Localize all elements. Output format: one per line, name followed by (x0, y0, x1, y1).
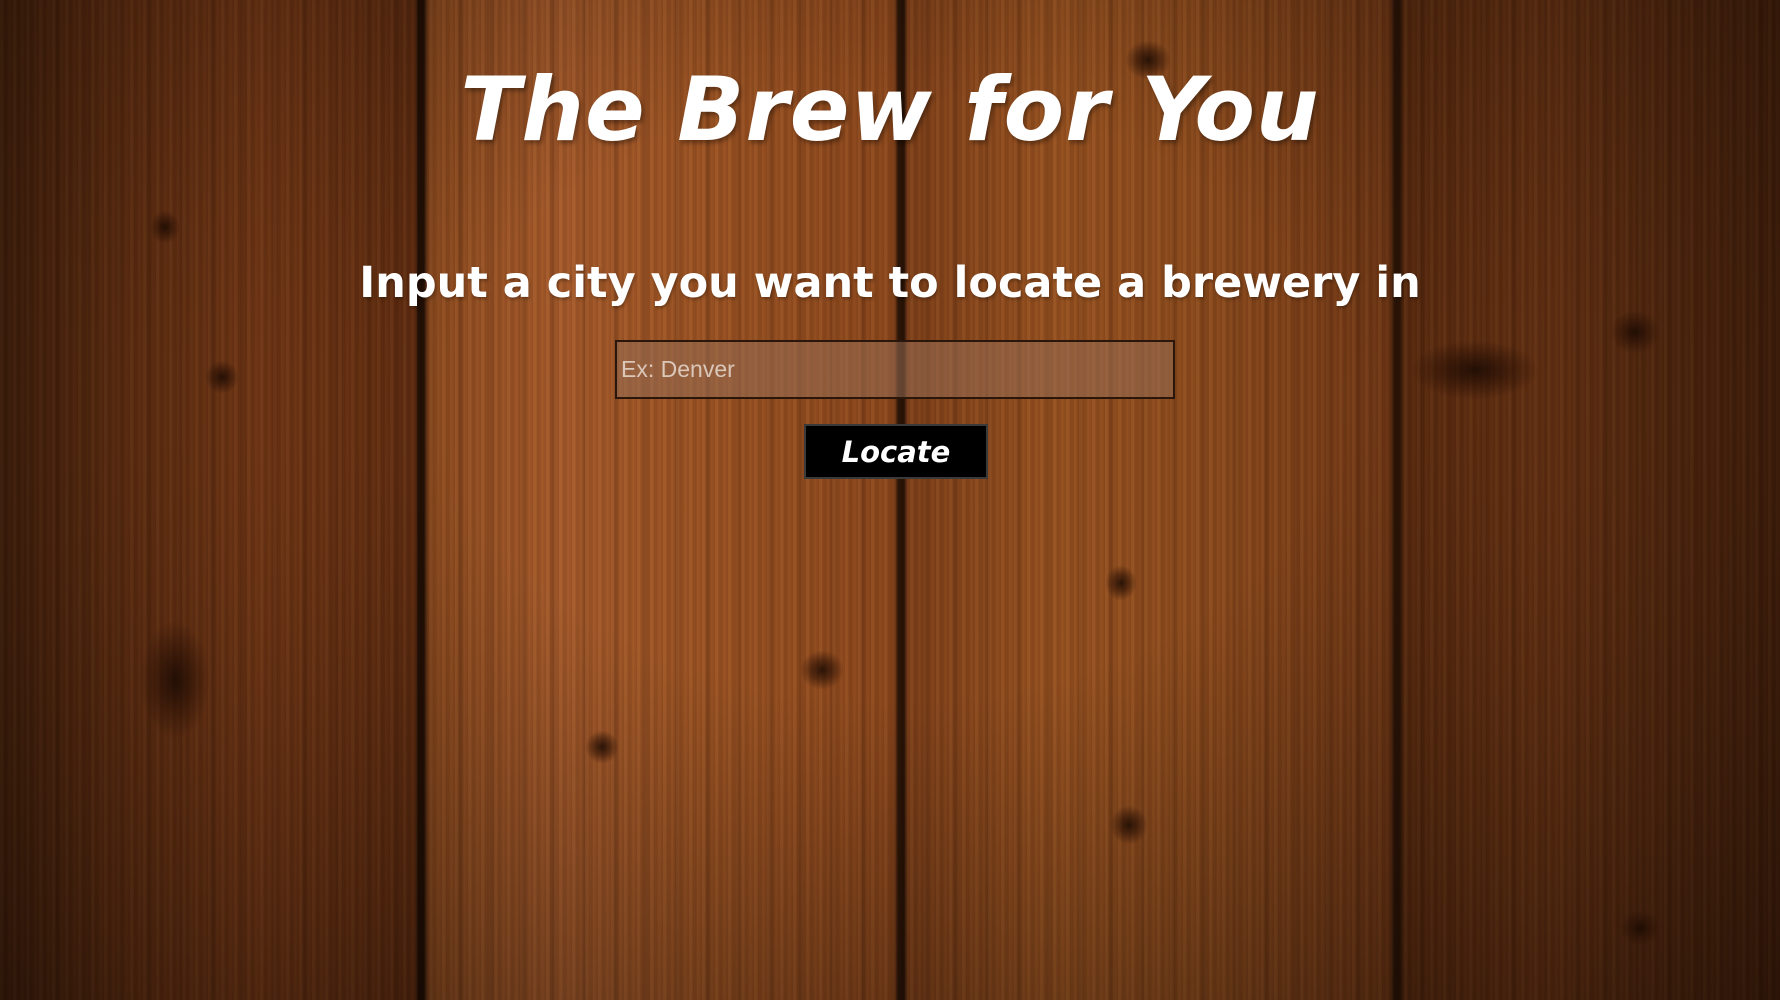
city-prompt-heading: Input a city you want to locate a brewer… (359, 258, 1421, 308)
main-content: The Brew for You Input a city you want t… (0, 0, 1780, 1000)
city-search-input[interactable] (615, 340, 1175, 399)
locate-button[interactable]: Locate (804, 424, 988, 479)
site-title: The Brew for You (460, 58, 1320, 161)
